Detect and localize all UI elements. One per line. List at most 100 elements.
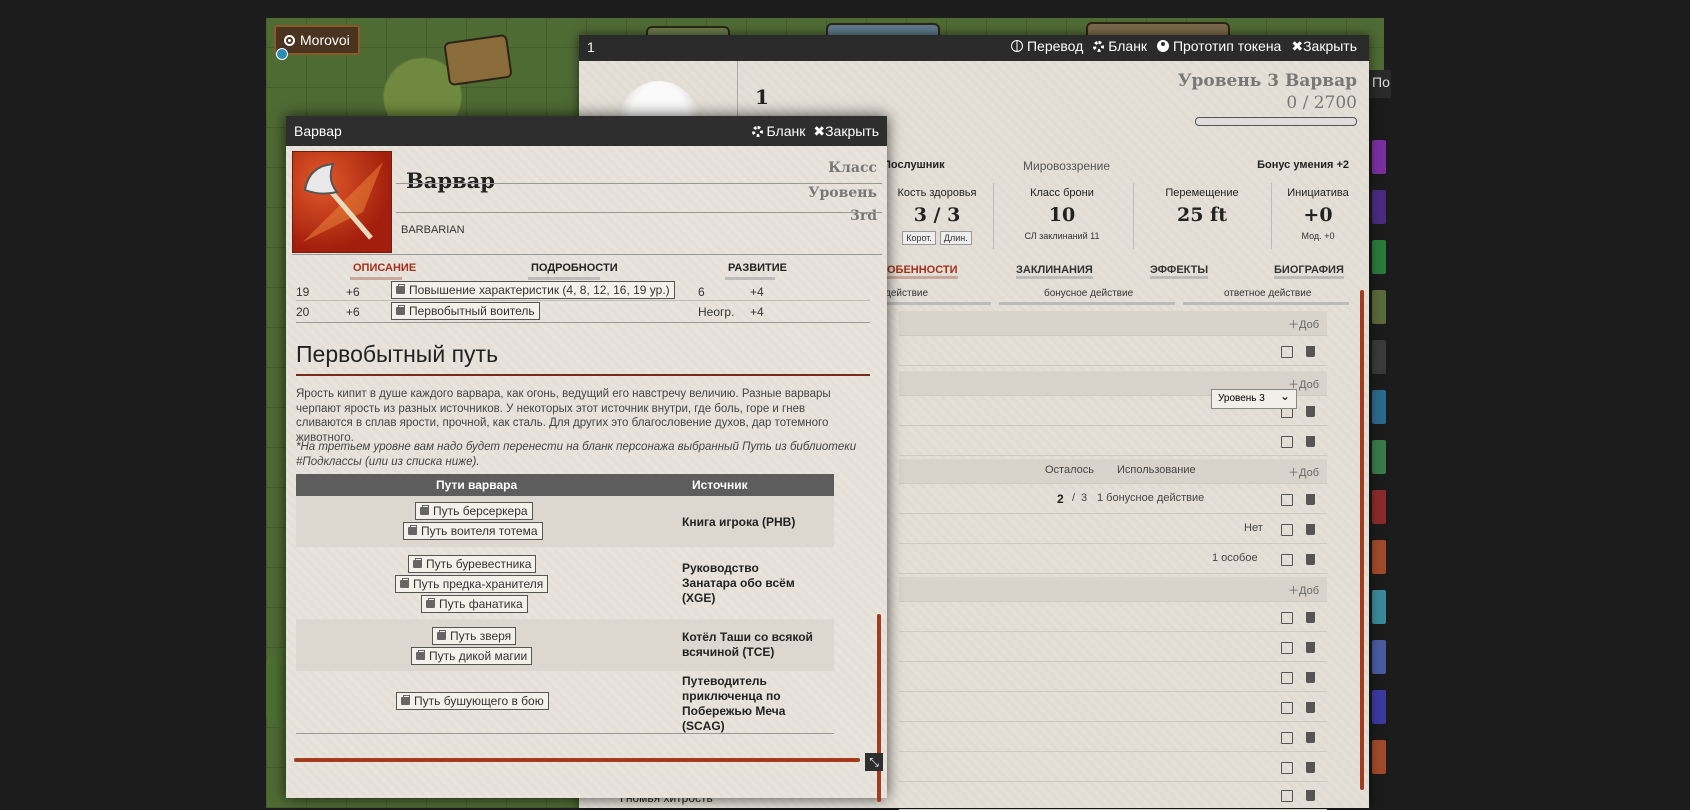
edit-icon[interactable]	[1281, 524, 1293, 536]
subtab-bonus-action[interactable]: бонусное действие	[1044, 288, 1133, 299]
sheet-blank-button[interactable]: Бланк	[1093, 38, 1147, 55]
stat-value[interactable]: 25 ft	[1137, 204, 1267, 226]
feature-row[interactable]	[899, 603, 1327, 632]
subclass-link[interactable]: Путь воителя тотема	[403, 522, 543, 540]
edit-icon[interactable]	[1281, 762, 1293, 774]
sidebar-thumb[interactable]	[1372, 740, 1386, 774]
sidebar-thumb[interactable]	[1372, 490, 1386, 524]
xp-current[interactable]: 0	[1286, 93, 1297, 113]
edit-icon[interactable]	[1281, 642, 1293, 654]
subtab-action[interactable]: действие	[885, 288, 928, 299]
sidebar-thumb[interactable]	[1372, 690, 1386, 724]
class-window-scrollbar[interactable]	[877, 614, 881, 802]
tab-features[interactable]: ОБЕННОСТИ	[887, 264, 958, 279]
trash-icon[interactable]	[1306, 494, 1315, 505]
subclass-link[interactable]: Путь дикой магии	[411, 647, 533, 665]
edit-icon[interactable]	[1281, 436, 1293, 448]
sidebar-thumb[interactable]	[1372, 340, 1386, 374]
uses-current[interactable]: 2	[1057, 492, 1064, 506]
feature-link[interactable]: Повышение характеристик (4, 8, 12, 16, 1…	[391, 281, 675, 299]
translate-button[interactable]: Перевод	[1011, 38, 1083, 55]
trash-icon[interactable]	[1306, 732, 1315, 743]
subclass-link[interactable]: Путь бушующего в бою	[396, 692, 549, 710]
feature-link[interactable]: Первобытный воитель	[391, 302, 540, 320]
tab-effects[interactable]: ЭФФЕКТЫ	[1150, 264, 1209, 279]
tab-spells[interactable]: ЗАКЛИНАНИЯ	[1016, 264, 1093, 279]
stat-value[interactable]: +0	[1275, 204, 1361, 226]
add-button[interactable]: ＋Доб	[1288, 464, 1319, 480]
edit-icon[interactable]	[1281, 612, 1293, 624]
sidebar-thumb[interactable]	[1372, 140, 1386, 174]
class-window-titlebar[interactable]: Варвар Бланк ✖Закрыть	[286, 116, 887, 146]
sidebar-thumb[interactable]	[1372, 440, 1386, 474]
resize-handle-icon[interactable]: ⤡	[865, 753, 883, 771]
level-select[interactable]: Уровень 3	[1211, 389, 1297, 409]
feature-row[interactable]: 1 особое	[899, 545, 1327, 574]
edit-icon[interactable]	[1281, 702, 1293, 714]
short-rest-button[interactable]: Корот.	[902, 231, 936, 245]
sidebar-thumb[interactable]	[1372, 190, 1386, 224]
sidebar-thumb[interactable]	[1372, 540, 1386, 574]
tab-description[interactable]: ОПИСАНИЕ	[353, 262, 416, 274]
trash-icon[interactable]	[1306, 554, 1315, 565]
edit-icon[interactable]	[1281, 732, 1293, 744]
tab-progression[interactable]: РАЗВИТИЕ	[728, 262, 787, 274]
sheet-close-button[interactable]: ✖Закрыть	[1291, 38, 1357, 55]
sidebar-thumb[interactable]	[1372, 590, 1386, 624]
trash-icon[interactable]	[1306, 346, 1315, 357]
column-remaining: Осталось	[1045, 464, 1094, 476]
edit-icon[interactable]	[1281, 672, 1293, 684]
trash-icon[interactable]	[1306, 612, 1315, 623]
trash-icon[interactable]	[1306, 762, 1315, 773]
trash-icon[interactable]	[1306, 406, 1315, 417]
barbarian-axe-icon[interactable]	[292, 151, 392, 253]
feature-row[interactable]	[899, 693, 1327, 722]
feature-row[interactable]	[899, 781, 1327, 810]
trash-icon[interactable]	[1306, 436, 1315, 447]
subclass-link[interactable]: Путь буревестника	[408, 555, 537, 573]
add-button[interactable]: ＋Доб	[1288, 316, 1319, 332]
alignment-field[interactable]: Мировоззрение	[1023, 159, 1110, 173]
feature-row[interactable]	[899, 337, 1327, 366]
trash-icon[interactable]	[1306, 642, 1315, 653]
add-button[interactable]: ＋Доб	[1288, 582, 1319, 598]
trash-icon[interactable]	[1306, 524, 1315, 535]
subclass-link[interactable]: Путь зверя	[432, 627, 517, 645]
subclass-link[interactable]: Путь предка-хранителя	[395, 575, 549, 593]
feature-row[interactable]: Нет	[899, 515, 1327, 544]
right-sidebar-header[interactable]: По	[1369, 70, 1391, 98]
background-field[interactable]: Послушник	[883, 159, 945, 171]
sidebar-thumb[interactable]	[1372, 240, 1386, 274]
class-close-button[interactable]: ✖Закрыть	[813, 123, 879, 140]
class-window-horizontal-scrollbar[interactable]	[294, 758, 860, 762]
edit-icon[interactable]	[1281, 346, 1293, 358]
tab-details[interactable]: ПОДРОБНОСТИ	[531, 262, 618, 274]
stat-value[interactable]: 10	[997, 204, 1127, 226]
edit-icon[interactable]	[1281, 554, 1293, 566]
sidebar-thumb[interactable]	[1372, 290, 1386, 324]
feature-row[interactable]	[899, 633, 1327, 662]
subtab-reaction[interactable]: ответное действие	[1224, 288, 1311, 299]
feature-row[interactable]: 2 / 3 1 бонусное действие	[899, 485, 1327, 514]
subclass-link[interactable]: Путь фанатика	[421, 595, 528, 613]
token-prototype-button[interactable]: Прототип токена	[1157, 38, 1281, 55]
sheet-titlebar[interactable]: 1 Перевод Бланк Прототип токена ✖Закрыть	[579, 35, 1369, 61]
feature-row[interactable]	[899, 753, 1327, 782]
feature-row[interactable]	[899, 663, 1327, 692]
edit-icon[interactable]	[1281, 790, 1293, 802]
trash-icon[interactable]	[1306, 702, 1315, 713]
class-blank-button[interactable]: Бланк	[751, 123, 805, 140]
subclass-link[interactable]: Путь берсеркера	[415, 502, 533, 520]
sidebar-thumb[interactable]	[1372, 390, 1386, 424]
character-name[interactable]: 1	[755, 85, 769, 109]
sidebar-thumb[interactable]	[1372, 640, 1386, 674]
tab-biography[interactable]: БИОГРАФИЯ	[1274, 264, 1344, 279]
trash-icon[interactable]	[1306, 672, 1315, 683]
feature-row[interactable]	[899, 723, 1327, 752]
long-rest-button[interactable]: Длин.	[939, 231, 972, 245]
level-value[interactable]: 3rd	[850, 208, 877, 224]
feature-row[interactable]	[899, 427, 1327, 456]
trash-icon[interactable]	[1306, 790, 1315, 801]
sheet-scrollbar[interactable]	[1360, 290, 1364, 790]
edit-icon[interactable]	[1281, 494, 1293, 506]
